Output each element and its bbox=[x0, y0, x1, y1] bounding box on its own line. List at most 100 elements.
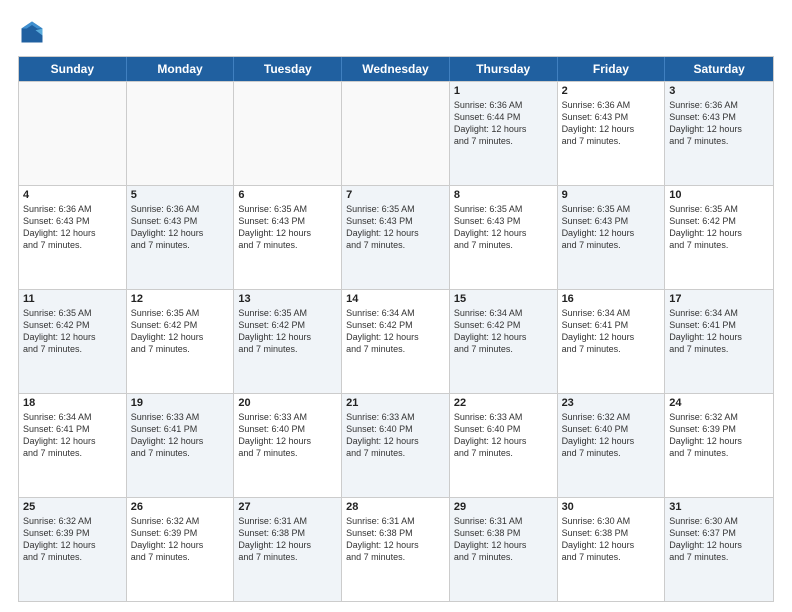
cell-info: Sunrise: 6:31 AM Sunset: 6:38 PM Dayligh… bbox=[454, 515, 553, 564]
week-row-5: 25 Sunrise: 6:32 AM Sunset: 6:39 PM Dayli… bbox=[19, 497, 773, 601]
cell-info: Sunrise: 6:34 AM Sunset: 6:41 PM Dayligh… bbox=[562, 307, 661, 356]
calendar-cell bbox=[234, 82, 342, 185]
calendar-cell: 15Sunrise: 6:34 AM Sunset: 6:42 PM Dayli… bbox=[450, 290, 558, 393]
day-header-monday: Monday bbox=[127, 57, 235, 81]
calendar-cell bbox=[127, 82, 235, 185]
day-number: 26 bbox=[131, 501, 230, 513]
calendar-cell: 29 Sunrise: 6:31 AM Sunset: 6:38 PM Dayli… bbox=[450, 498, 558, 601]
day-header-thursday: Thursday bbox=[450, 57, 558, 81]
calendar-cell: 18Sunrise: 6:34 AM Sunset: 6:41 PM Dayli… bbox=[19, 394, 127, 497]
day-number: 30 bbox=[562, 501, 661, 513]
cell-info: Sunrise: 6:36 AM Sunset: 6:43 PM Dayligh… bbox=[23, 203, 122, 252]
cell-info: Sunrise: 6:32 AM Sunset: 6:39 PM Dayligh… bbox=[23, 515, 122, 564]
week-row-2: 4 Sunrise: 6:36 AM Sunset: 6:43 PM Daylig… bbox=[19, 185, 773, 289]
calendar-cell: 19Sunrise: 6:33 AM Sunset: 6:41 PM Dayli… bbox=[127, 394, 235, 497]
day-header-friday: Friday bbox=[558, 57, 666, 81]
day-number: 14 bbox=[346, 293, 445, 305]
page: SundayMondayTuesdayWednesdayThursdayFrid… bbox=[0, 0, 792, 612]
logo-icon bbox=[18, 18, 46, 46]
day-number: 11 bbox=[23, 293, 122, 305]
day-number: 28 bbox=[346, 501, 445, 513]
cell-info: Sunrise: 6:30 AM Sunset: 6:37 PM Dayligh… bbox=[669, 515, 769, 564]
day-number: 17 bbox=[669, 293, 769, 305]
calendar-cell: 13 Sunrise: 6:35 AM Sunset: 6:42 PM Dayli… bbox=[234, 290, 342, 393]
day-number: 20 bbox=[238, 397, 337, 409]
cell-info: Sunrise: 6:34 AM Sunset: 6:41 PM Dayligh… bbox=[23, 411, 122, 460]
cell-info: Sunrise: 6:36 AM Sunset: 6:43 PM Dayligh… bbox=[562, 99, 661, 148]
day-number: 31 bbox=[669, 501, 769, 513]
cell-info: Sunrise: 6:33 AM Sunset: 6:40 PM Dayligh… bbox=[238, 411, 337, 460]
day-number: 4 bbox=[23, 189, 122, 201]
day-number: 10 bbox=[669, 189, 769, 201]
calendar-cell: 20 Sunrise: 6:33 AM Sunset: 6:40 PM Dayli… bbox=[234, 394, 342, 497]
calendar-cell: 30Sunrise: 6:30 AM Sunset: 6:38 PM Dayli… bbox=[558, 498, 666, 601]
cell-info: Sunrise: 6:35 AM Sunset: 6:42 PM Dayligh… bbox=[131, 307, 230, 356]
day-number: 21 bbox=[346, 397, 445, 409]
day-number: 13 bbox=[238, 293, 337, 305]
calendar-cell: 14 Sunrise: 6:34 AM Sunset: 6:42 PM Dayli… bbox=[342, 290, 450, 393]
calendar-cell: 3Sunrise: 6:36 AM Sunset: 6:43 PM Daylig… bbox=[665, 82, 773, 185]
day-header-tuesday: Tuesday bbox=[234, 57, 342, 81]
calendar-header-row: SundayMondayTuesdayWednesdayThursdayFrid… bbox=[19, 57, 773, 81]
cell-info: Sunrise: 6:35 AM Sunset: 6:43 PM Dayligh… bbox=[454, 203, 553, 252]
day-number: 12 bbox=[131, 293, 230, 305]
cell-info: Sunrise: 6:32 AM Sunset: 6:40 PM Dayligh… bbox=[562, 411, 661, 460]
cell-info: Sunrise: 6:35 AM Sunset: 6:42 PM Dayligh… bbox=[238, 307, 337, 356]
calendar-cell: 5 Sunrise: 6:36 AM Sunset: 6:43 PM Daylig… bbox=[127, 186, 235, 289]
calendar-cell: 8 Sunrise: 6:35 AM Sunset: 6:43 PM Daylig… bbox=[450, 186, 558, 289]
calendar: SundayMondayTuesdayWednesdayThursdayFrid… bbox=[18, 56, 774, 602]
week-row-3: 11 Sunrise: 6:35 AM Sunset: 6:42 PM Dayli… bbox=[19, 289, 773, 393]
cell-info: Sunrise: 6:31 AM Sunset: 6:38 PM Dayligh… bbox=[238, 515, 337, 564]
calendar-cell: 24 Sunrise: 6:32 AM Sunset: 6:39 PM Dayli… bbox=[665, 394, 773, 497]
week-row-1: 1 Sunrise: 6:36 AM Sunset: 6:44 PM Daylig… bbox=[19, 81, 773, 185]
day-number: 5 bbox=[131, 189, 230, 201]
calendar-cell: 21Sunrise: 6:33 AM Sunset: 6:40 PM Dayli… bbox=[342, 394, 450, 497]
day-number: 22 bbox=[454, 397, 553, 409]
header bbox=[18, 18, 774, 46]
calendar-cell: 27 Sunrise: 6:31 AM Sunset: 6:38 PM Dayli… bbox=[234, 498, 342, 601]
cell-info: Sunrise: 6:36 AM Sunset: 6:44 PM Dayligh… bbox=[454, 99, 553, 148]
day-number: 6 bbox=[238, 189, 337, 201]
calendar-cell: 22 Sunrise: 6:33 AM Sunset: 6:40 PM Dayli… bbox=[450, 394, 558, 497]
cell-info: Sunrise: 6:35 AM Sunset: 6:43 PM Dayligh… bbox=[346, 203, 445, 252]
cell-info: Sunrise: 6:35 AM Sunset: 6:42 PM Dayligh… bbox=[669, 203, 769, 252]
calendar-body: 1 Sunrise: 6:36 AM Sunset: 6:44 PM Daylig… bbox=[19, 81, 773, 601]
day-number: 7 bbox=[346, 189, 445, 201]
day-number: 8 bbox=[454, 189, 553, 201]
day-header-saturday: Saturday bbox=[665, 57, 773, 81]
calendar-cell: 4 Sunrise: 6:36 AM Sunset: 6:43 PM Daylig… bbox=[19, 186, 127, 289]
calendar-cell bbox=[19, 82, 127, 185]
calendar-cell: 12 Sunrise: 6:35 AM Sunset: 6:42 PM Dayli… bbox=[127, 290, 235, 393]
calendar-cell bbox=[342, 82, 450, 185]
cell-info: Sunrise: 6:32 AM Sunset: 6:39 PM Dayligh… bbox=[669, 411, 769, 460]
calendar-cell: 17Sunrise: 6:34 AM Sunset: 6:41 PM Dayli… bbox=[665, 290, 773, 393]
calendar-cell: 1 Sunrise: 6:36 AM Sunset: 6:44 PM Daylig… bbox=[450, 82, 558, 185]
logo bbox=[18, 18, 50, 46]
day-number: 2 bbox=[562, 85, 661, 97]
calendar-cell: 16Sunrise: 6:34 AM Sunset: 6:41 PM Dayli… bbox=[558, 290, 666, 393]
day-header-sunday: Sunday bbox=[19, 57, 127, 81]
day-number: 1 bbox=[454, 85, 553, 97]
calendar-cell: 28 Sunrise: 6:31 AM Sunset: 6:38 PM Dayli… bbox=[342, 498, 450, 601]
cell-info: Sunrise: 6:34 AM Sunset: 6:42 PM Dayligh… bbox=[454, 307, 553, 356]
calendar-cell: 23Sunrise: 6:32 AM Sunset: 6:40 PM Dayli… bbox=[558, 394, 666, 497]
calendar-cell: 25 Sunrise: 6:32 AM Sunset: 6:39 PM Dayli… bbox=[19, 498, 127, 601]
day-number: 29 bbox=[454, 501, 553, 513]
cell-info: Sunrise: 6:31 AM Sunset: 6:38 PM Dayligh… bbox=[346, 515, 445, 564]
cell-info: Sunrise: 6:36 AM Sunset: 6:43 PM Dayligh… bbox=[131, 203, 230, 252]
day-number: 9 bbox=[562, 189, 661, 201]
cell-info: Sunrise: 6:33 AM Sunset: 6:41 PM Dayligh… bbox=[131, 411, 230, 460]
day-header-wednesday: Wednesday bbox=[342, 57, 450, 81]
day-number: 3 bbox=[669, 85, 769, 97]
week-row-4: 18Sunrise: 6:34 AM Sunset: 6:41 PM Dayli… bbox=[19, 393, 773, 497]
day-number: 27 bbox=[238, 501, 337, 513]
calendar-cell: 7 Sunrise: 6:35 AM Sunset: 6:43 PM Daylig… bbox=[342, 186, 450, 289]
cell-info: Sunrise: 6:33 AM Sunset: 6:40 PM Dayligh… bbox=[454, 411, 553, 460]
cell-info: Sunrise: 6:32 AM Sunset: 6:39 PM Dayligh… bbox=[131, 515, 230, 564]
cell-info: Sunrise: 6:34 AM Sunset: 6:42 PM Dayligh… bbox=[346, 307, 445, 356]
day-number: 25 bbox=[23, 501, 122, 513]
day-number: 24 bbox=[669, 397, 769, 409]
calendar-cell: 2 Sunrise: 6:36 AM Sunset: 6:43 PM Daylig… bbox=[558, 82, 666, 185]
calendar-cell: 31 Sunrise: 6:30 AM Sunset: 6:37 PM Dayli… bbox=[665, 498, 773, 601]
calendar-cell: 26 Sunrise: 6:32 AM Sunset: 6:39 PM Dayli… bbox=[127, 498, 235, 601]
